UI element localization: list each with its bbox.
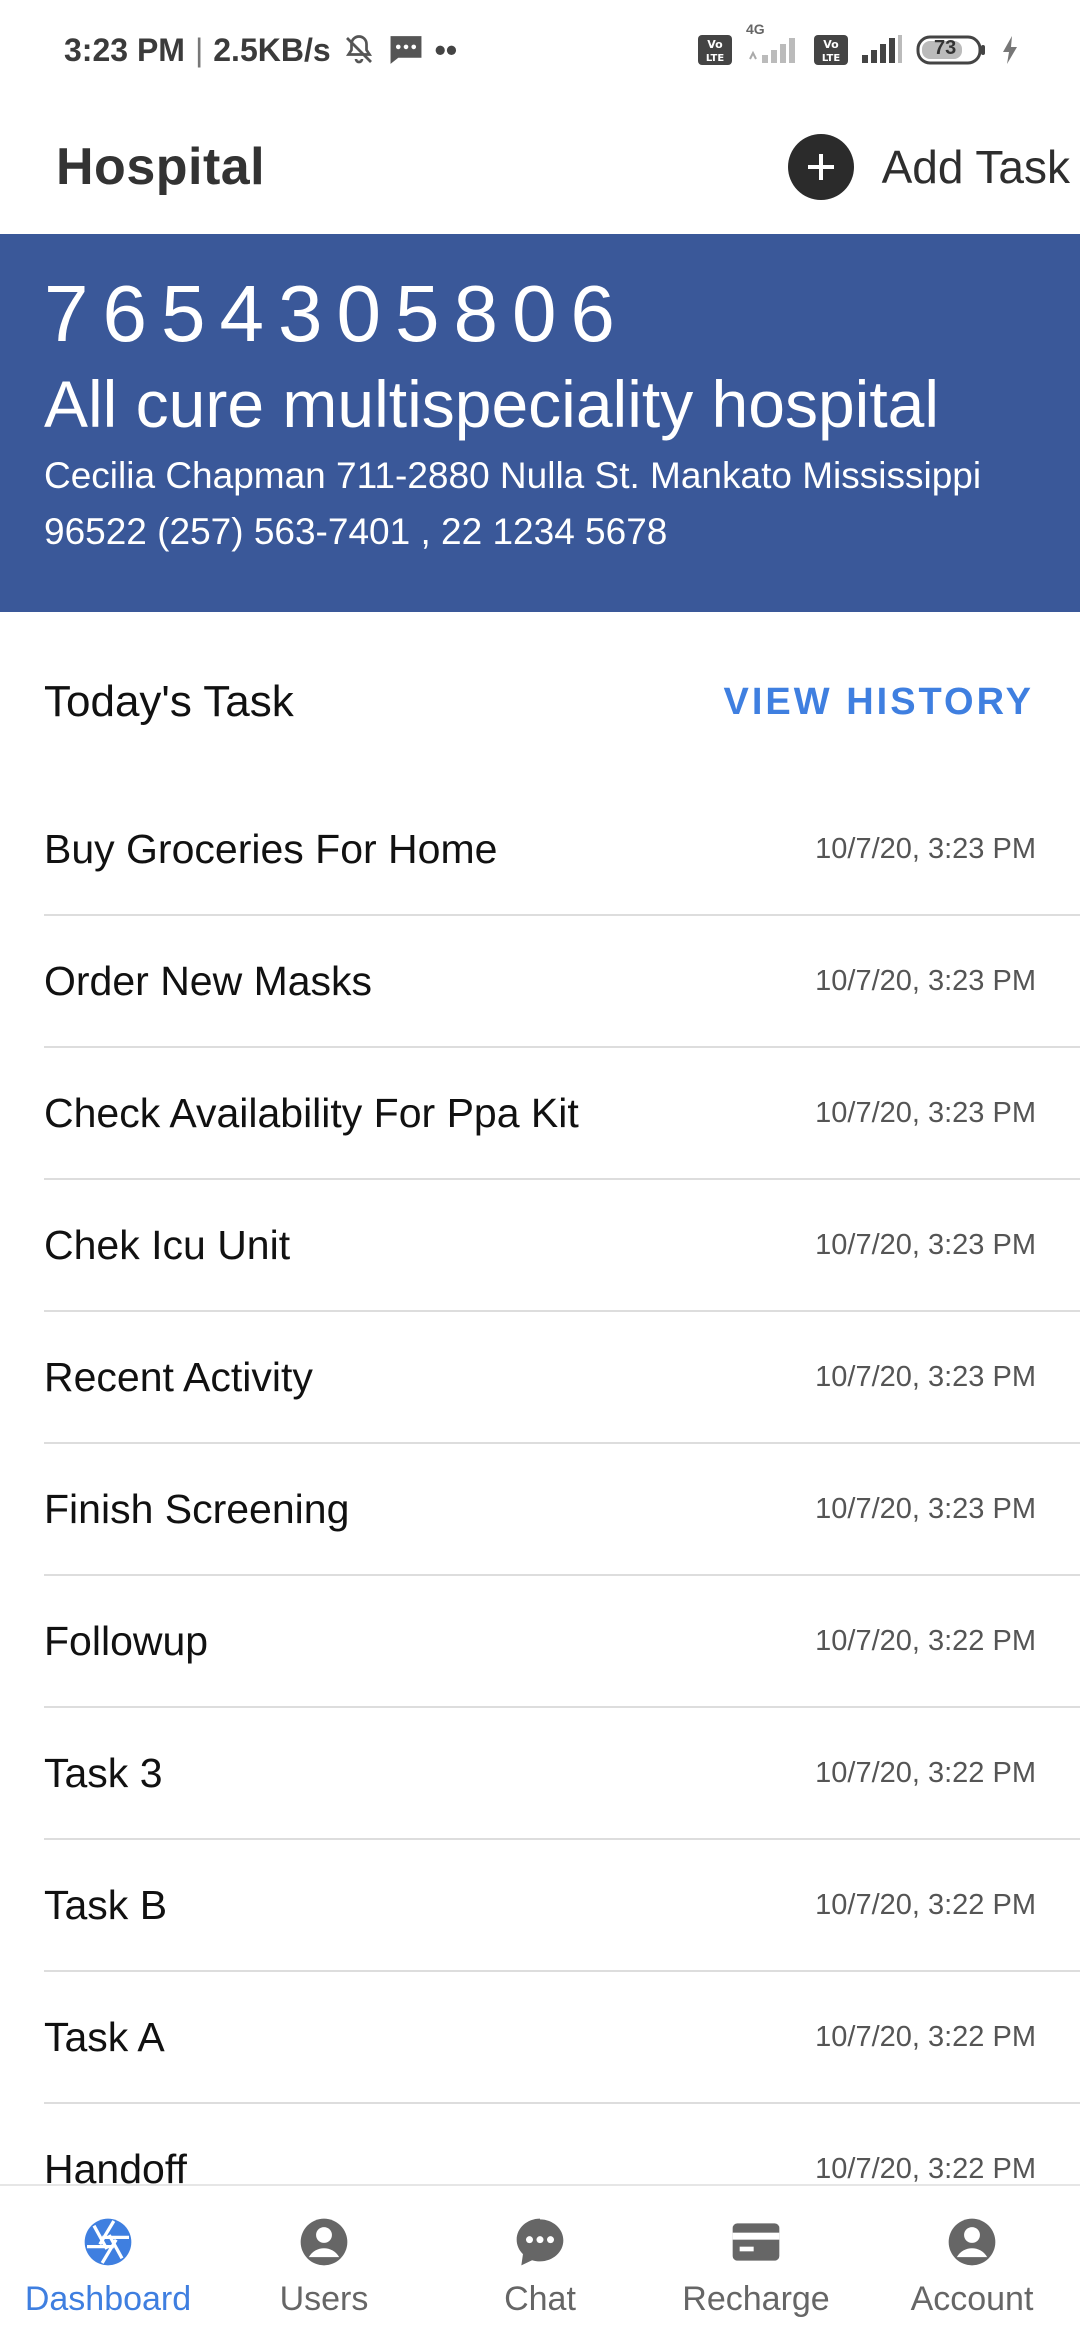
task-row[interactable]: Finish Screening 10/7/20, 3:23 PM bbox=[44, 1444, 1080, 1576]
nav-label-account: Account bbox=[910, 2280, 1034, 2318]
app-screen: 3:23 PM | 2.5KB/s •• Vo LTE 4G Vo LTE 73… bbox=[0, 0, 1080, 2340]
task-row[interactable]: Task A 10/7/20, 3:22 PM bbox=[44, 1972, 1080, 2104]
user-circle-icon bbox=[294, 2212, 354, 2272]
page-title: Hospital bbox=[56, 138, 266, 196]
task-row[interactable]: Task 3 10/7/20, 3:22 PM bbox=[44, 1708, 1080, 1840]
nav-label-recharge: Recharge bbox=[682, 2280, 830, 2318]
status-bar: 3:23 PM | 2.5KB/s •• Vo LTE 4G Vo LTE 73 bbox=[0, 0, 1080, 100]
task-name: Recent Activity bbox=[44, 1353, 313, 1400]
task-timestamp: 10/7/20, 3:22 PM bbox=[815, 2020, 1036, 2053]
network-speed: 2.5KB/s bbox=[213, 31, 331, 68]
credit-card-icon bbox=[726, 2212, 786, 2272]
address-line-1: Cecilia Chapman 711-2880 Nulla St. Manka… bbox=[44, 454, 982, 496]
add-task-button[interactable]: Add Task bbox=[787, 117, 1080, 217]
status-right: Vo LTE 4G Vo LTE 73 bbox=[698, 21, 1020, 67]
app-bar: Hospital Add Task bbox=[0, 100, 1080, 234]
task-list: Buy Groceries For Home 10/7/20, 3:23 PM … bbox=[0, 784, 1080, 2340]
nav-label-users: Users bbox=[279, 2280, 369, 2318]
tasks-section-title: Today's Task bbox=[44, 677, 294, 726]
nav-item-dashboard[interactable]: Dashboard bbox=[0, 2186, 216, 2340]
task-name: Finish Screening bbox=[44, 1485, 350, 1532]
volte-icon-2: Vo LTE bbox=[814, 35, 848, 65]
task-row[interactable]: Order New Masks 10/7/20, 3:23 PM bbox=[44, 916, 1080, 1048]
task-timestamp: 10/7/20, 3:23 PM bbox=[815, 1228, 1036, 1261]
status-separator: | bbox=[194, 31, 204, 68]
task-row[interactable]: Followup 10/7/20, 3:22 PM bbox=[44, 1576, 1080, 1708]
svg-text:LTE: LTE bbox=[822, 53, 841, 64]
add-icon bbox=[787, 134, 854, 200]
battery-level: 73 bbox=[934, 37, 957, 59]
task-row[interactable]: Chek Icu Unit 10/7/20, 3:23 PM bbox=[44, 1180, 1080, 1312]
signal-icon: 4G bbox=[744, 21, 802, 65]
nav-item-account[interactable]: Account bbox=[864, 2186, 1080, 2340]
aperture-icon bbox=[78, 2212, 138, 2272]
nav-item-recharge[interactable]: Recharge bbox=[648, 2186, 864, 2340]
mute-icon bbox=[341, 32, 377, 68]
task-timestamp: 10/7/20, 3:23 PM bbox=[815, 1492, 1036, 1525]
hospital-phone-number: 7654305806 bbox=[44, 269, 629, 358]
task-name: Order New Masks bbox=[44, 957, 373, 1004]
hospital-info-banner: 7654305806 All cure multispeciality hosp… bbox=[0, 234, 1080, 612]
task-row[interactable]: Task B 10/7/20, 3:22 PM bbox=[44, 1840, 1080, 1972]
address-line-2: 96522 (257) 563-7401 , 22 1234 5678 bbox=[44, 510, 668, 552]
task-row[interactable]: Buy Groceries For Home 10/7/20, 3:23 PM bbox=[44, 784, 1080, 916]
task-row[interactable]: Check Availability For Ppa Kit 10/7/20, … bbox=[44, 1048, 1080, 1180]
task-timestamp: 10/7/20, 3:22 PM bbox=[815, 2152, 1036, 2185]
battery-icon: 73 bbox=[916, 33, 988, 67]
task-timestamp: 10/7/20, 3:22 PM bbox=[815, 1624, 1036, 1657]
status-time: 3:23 PM bbox=[64, 31, 185, 68]
tasks-header: Today's Task VIEW HISTORY bbox=[0, 612, 1080, 792]
add-task-label: Add Task bbox=[881, 141, 1070, 193]
task-name: Task A bbox=[44, 2013, 165, 2060]
task-name: Task 3 bbox=[44, 1749, 163, 1796]
chat-bubble-icon bbox=[510, 2212, 570, 2272]
hospital-address: Cecilia Chapman 711-2880 Nulla St. Manka… bbox=[44, 448, 1036, 560]
signal-strength-icon bbox=[860, 35, 904, 65]
task-name: Chek Icu Unit bbox=[44, 1221, 291, 1268]
view-history-button[interactable]: VIEW HISTORY bbox=[724, 681, 1034, 724]
volte-icon: Vo LTE bbox=[698, 35, 732, 65]
charging-icon bbox=[1000, 35, 1020, 65]
message-icon bbox=[387, 33, 425, 67]
svg-text:Vo: Vo bbox=[707, 38, 723, 51]
task-name: Buy Groceries For Home bbox=[44, 825, 498, 872]
task-timestamp: 10/7/20, 3:23 PM bbox=[815, 832, 1036, 865]
network-type-label: 4G bbox=[746, 21, 765, 37]
task-timestamp: 10/7/20, 3:23 PM bbox=[815, 1360, 1036, 1393]
status-left: 3:23 PM | 2.5KB/s •• bbox=[64, 32, 457, 69]
nav-label-chat: Chat bbox=[504, 2280, 576, 2318]
svg-text:LTE: LTE bbox=[706, 53, 725, 64]
svg-text:Vo: Vo bbox=[823, 38, 839, 51]
task-row[interactable]: Recent Activity 10/7/20, 3:23 PM bbox=[44, 1312, 1080, 1444]
bottom-navigation: Dashboard Users Chat Recharge Account bbox=[0, 2184, 1080, 2340]
hospital-name: All cure multispeciality hospital bbox=[44, 367, 940, 441]
task-timestamp: 10/7/20, 3:23 PM bbox=[815, 964, 1036, 997]
task-timestamp: 10/7/20, 3:22 PM bbox=[815, 1756, 1036, 1789]
nav-item-chat[interactable]: Chat bbox=[432, 2186, 648, 2340]
nav-label-dashboard: Dashboard bbox=[24, 2280, 192, 2318]
task-timestamp: 10/7/20, 3:23 PM bbox=[815, 1096, 1036, 1129]
task-timestamp: 10/7/20, 3:22 PM bbox=[815, 1888, 1036, 1921]
nav-item-users[interactable]: Users bbox=[216, 2186, 432, 2340]
task-name: Check Availability For Ppa Kit bbox=[44, 1089, 579, 1136]
task-name: Followup bbox=[44, 1617, 209, 1664]
task-name: Task B bbox=[44, 1881, 168, 1928]
more-notifications: •• bbox=[434, 31, 458, 68]
account-circle-icon bbox=[942, 2212, 1002, 2272]
